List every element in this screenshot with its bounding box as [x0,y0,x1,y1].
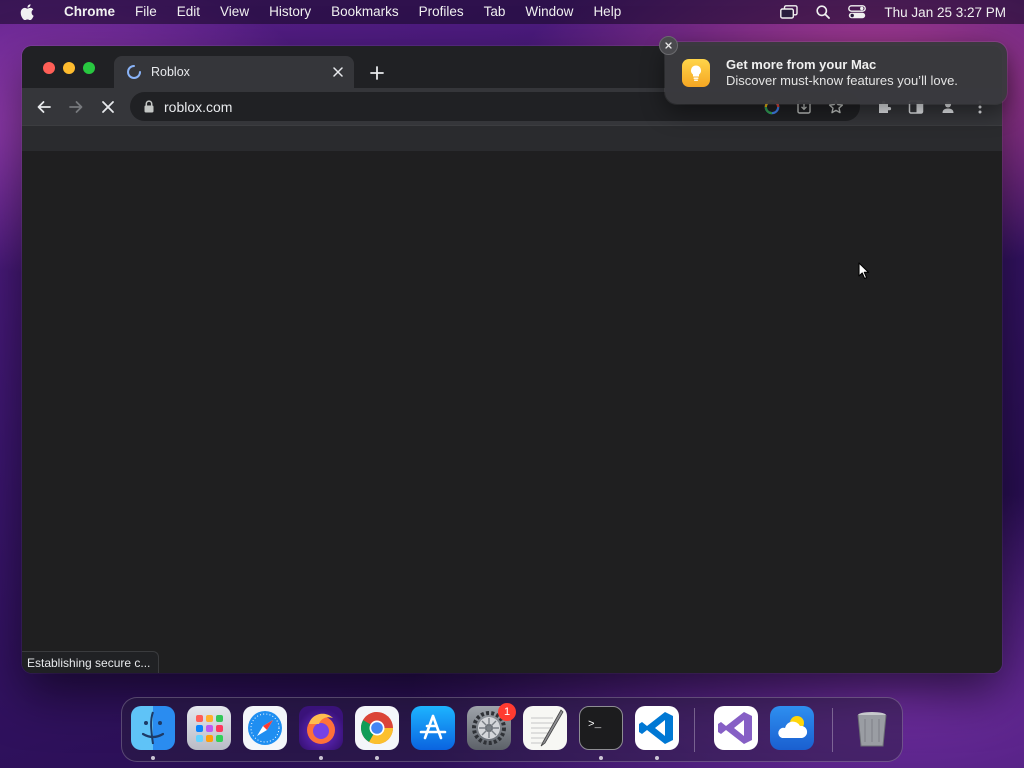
finder-running-indicator [151,756,155,760]
url-text[interactable]: roblox.com [164,99,232,115]
lightbulb-icon [682,59,710,87]
menu-bookmarks[interactable]: Bookmarks [321,0,409,24]
dock-weather[interactable] [770,706,814,750]
window-minimize-button[interactable] [63,62,75,74]
menu-profiles[interactable]: Profiles [409,0,474,24]
menu-edit[interactable]: Edit [167,0,210,24]
new-tab-button[interactable] [364,60,390,86]
tab-close-icon[interactable] [326,60,350,84]
dock-separator [694,708,695,752]
forward-button[interactable] [60,91,92,123]
system-settings-badge: 1 [498,703,516,721]
dock-safari[interactable] [243,706,287,750]
chrome-window: Roblox roblox.com Establishing secure c.… [22,46,1002,673]
menu-help[interactable]: Help [583,0,631,24]
window-close-button[interactable] [43,62,55,74]
bookmarks-bar [22,125,1002,151]
dock-separator-trash [832,708,833,752]
dock-app-store[interactable] [411,706,455,750]
svg-text:>_: >_ [588,719,602,731]
stop-loading-button[interactable] [92,91,124,123]
notification-body: Discover must-know features you’ll love. [726,73,958,88]
dock-textedit[interactable] [523,706,567,750]
loading-spinner-icon [126,64,142,80]
menu-view[interactable]: View [210,0,259,24]
mouse-cursor-icon [858,262,870,280]
screen-mirroring-icon[interactable] [772,5,806,19]
tab-title: Roblox [151,65,190,79]
window-zoom-button[interactable] [83,62,95,74]
lock-icon[interactable] [142,100,156,113]
dock-visual-studio-code[interactable] [635,706,679,750]
dock: 1 >_ [121,697,903,762]
dock-trash[interactable] [850,706,894,750]
notification-close-icon[interactable] [659,36,678,55]
menu-bar: Chrome File Edit View History Bookmarks … [0,0,1024,24]
menu-bar-status-area: Thu Jan 25 3:27 PM [772,0,1024,24]
dock-firefox[interactable] [299,706,343,750]
menu-window[interactable]: Window [515,0,583,24]
menu-bar-clock[interactable]: Thu Jan 25 3:27 PM [874,5,1006,20]
menu-tab[interactable]: Tab [474,0,516,24]
chrome-running-indicator [375,756,379,760]
status-bubble: Establishing secure c... [22,651,160,673]
dock-finder[interactable] [131,706,175,750]
back-button[interactable] [28,91,60,123]
firefox-running-indicator [319,756,323,760]
tips-notification[interactable]: Get more from your Mac Discover must-kno… [665,42,1007,104]
menu-file[interactable]: File [125,0,167,24]
dock-visual-studio[interactable] [714,706,758,750]
page-content[interactable] [22,151,1002,673]
dock-google-chrome[interactable] [355,706,399,750]
vscode-running-indicator [655,756,659,760]
spotlight-search-icon[interactable] [806,5,840,19]
control-center-icon[interactable] [840,5,874,19]
tab-roblox[interactable]: Roblox [114,56,354,88]
notification-title: Get more from your Mac [726,57,877,72]
dock-launchpad[interactable] [187,706,231,750]
dock-terminal[interactable]: >_ [579,706,623,750]
menu-app-name[interactable]: Chrome [54,0,125,24]
terminal-running-indicator [599,756,603,760]
apple-menu-icon[interactable] [0,4,54,20]
menu-history[interactable]: History [259,0,321,24]
